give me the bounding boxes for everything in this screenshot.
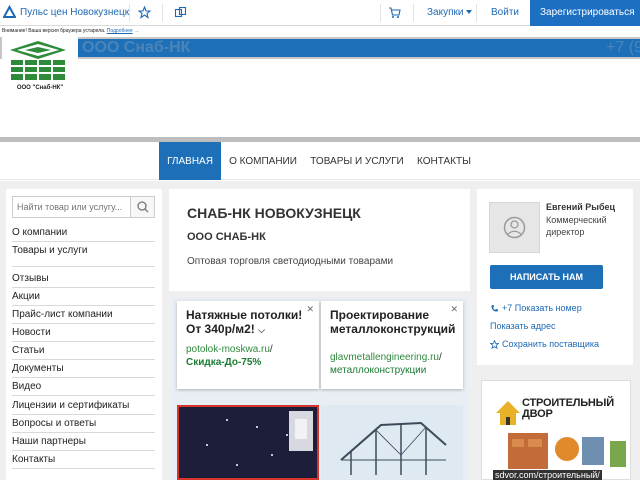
divider	[12, 341, 155, 342]
ad-card[interactable]: Натяжные потолки! От 340р/м2! ⌵ ✕ potolo…	[177, 301, 319, 389]
phone-icon	[491, 305, 498, 312]
ad-card[interactable]: Проектирование металлоконструкций ✕ glav…	[321, 301, 463, 389]
divider	[12, 395, 155, 396]
compare-icon[interactable]	[174, 6, 187, 19]
divider	[12, 287, 155, 288]
ad-image[interactable]	[321, 405, 463, 480]
ad-banner-title-line2: ДВОР	[522, 408, 553, 420]
company-logo-caption: ООО "Снаб-НК"	[16, 85, 64, 91]
browser-warning-text: Внимание! Ваша версия браузера устарела.	[2, 28, 106, 34]
save-supplier-label: Сохранить поставщика	[502, 339, 599, 349]
nav-products[interactable]: ТОВАРЫ И УСЛУГИ	[309, 142, 405, 180]
divider	[380, 4, 381, 22]
site-brand-link[interactable]: Пульс цен Новокузнецк	[20, 7, 129, 18]
sidebar-item-licenses[interactable]: Лицензии и сертификаты	[12, 400, 155, 411]
divider	[12, 359, 155, 360]
show-phone-link[interactable]: +7 Показать номер	[490, 303, 582, 313]
nav-home[interactable]: ГЛАВНАЯ	[159, 142, 221, 180]
ad-url-extra: Скидка-До-75%	[186, 357, 262, 368]
ad-banner-title: СТРОИТЕЛЬНЫЙ ДВОР	[522, 398, 614, 420]
ad-image[interactable]	[177, 405, 319, 480]
divider	[12, 241, 155, 242]
contact-role: Коммерческий директор	[546, 215, 607, 237]
ad-url-slash: /	[438, 352, 442, 363]
ad-url-extra: металлоконструкции	[330, 365, 427, 376]
sidebar-item-faq[interactable]: Вопросы и ответы	[12, 418, 155, 429]
ad-url-slash: /	[269, 344, 273, 355]
search-box	[12, 196, 155, 218]
sidebar-item-about[interactable]: О компании	[12, 227, 155, 238]
sidebar-item-video[interactable]: Видео	[12, 381, 155, 392]
write-us-button[interactable]: НАПИСАТЬ НАМ	[490, 265, 603, 289]
chevron-down-icon	[466, 10, 473, 15]
header-company-name: ООО Снаб-НК	[82, 39, 191, 56]
star-icon	[490, 340, 499, 350]
sidebar-item-reviews[interactable]: Отзывы	[12, 273, 155, 284]
page-title: СНАБ-НК НОВОКУЗНЕЦК	[187, 205, 361, 221]
sidebar-item-contacts[interactable]: Контакты	[12, 454, 155, 465]
ad-title: Натяжные потолки! От 340р/м2! ⌵	[186, 308, 310, 337]
main-nav: ГЛАВНАЯ О КОМПАНИИ ТОВАРЫ И УСЛУГИ КОНТА…	[0, 142, 640, 180]
divider	[12, 305, 155, 306]
close-icon[interactable]: ✕	[306, 304, 314, 315]
divider	[12, 468, 155, 469]
contact-name: Евгений Рыбец	[546, 202, 616, 212]
divider	[129, 4, 130, 22]
register-button[interactable]: Зарегистрироваться	[530, 0, 640, 26]
divider	[12, 377, 155, 378]
divider	[413, 4, 414, 22]
company-legal-name: ООО СНАБ-НК	[187, 231, 266, 243]
header-phone: +7 (9	[606, 39, 640, 56]
sidebar-item-articles[interactable]: Статьи	[12, 345, 155, 356]
company-description: Оптовая торговля светодиодными товарами	[187, 256, 394, 267]
top-bar: Пульс цен Новокузнецк Закупки Войти Заре…	[0, 0, 640, 26]
divider	[12, 432, 155, 433]
ad-url[interactable]: glavmetallengineering.ru/ металлоконструк…	[330, 351, 460, 377]
chevron-down-icon: ⌵	[258, 325, 265, 335]
purchases-menu[interactable]: Закупки	[427, 7, 473, 18]
sidebar-item-documents[interactable]: Документы	[12, 363, 155, 374]
sidebar-item-news[interactable]: Новости	[12, 327, 155, 338]
search-button[interactable]	[130, 197, 154, 217]
divider	[12, 450, 155, 451]
purchases-label: Закупки	[427, 7, 464, 18]
sidebar-item-partners[interactable]: Наши партнеры	[12, 436, 155, 447]
save-supplier-link[interactable]: Сохранить поставщика	[490, 339, 599, 350]
user-icon	[503, 216, 526, 239]
cart-icon[interactable]	[388, 6, 401, 19]
ad-banner[interactable]	[481, 380, 631, 480]
search-input[interactable]	[17, 202, 127, 212]
close-icon[interactable]: ✕	[450, 304, 458, 315]
divider	[12, 414, 155, 415]
star-icon[interactable]	[138, 6, 151, 19]
show-phone-label: +7 Показать номер	[502, 303, 582, 313]
nav-contacts[interactable]: КОНТАКТЫ	[413, 142, 475, 180]
divider	[162, 4, 163, 22]
search-icon	[137, 201, 149, 213]
show-address-link[interactable]: Показать адрес	[490, 321, 556, 331]
browser-warning: Внимание! Ваша версия браузера устарела.…	[0, 27, 160, 36]
login-link[interactable]: Войти	[491, 7, 519, 18]
arrow-right-icon: →	[134, 28, 140, 34]
ad-url[interactable]: potolok-moskwa.ru/ Скидка-До-75%	[186, 343, 316, 369]
ad-banner-image	[496, 401, 626, 469]
sidebar-item-price-list[interactable]: Прайс-лист компании	[12, 309, 155, 320]
sidebar-item-promotions[interactable]: Акции	[12, 291, 155, 302]
browser-warning-link[interactable]: Подробнее	[107, 28, 133, 34]
ad-title: Проектирование металлоконструкций	[330, 308, 456, 336]
divider	[12, 323, 155, 324]
avatar	[489, 202, 540, 253]
ad-url-domain: potolok-moskwa.ru	[186, 344, 270, 355]
sidebar-item-products[interactable]: Товары и услуги	[12, 245, 155, 256]
ad-banner-url[interactable]: sdvor.com/строительный/	[493, 470, 602, 480]
divider	[12, 266, 155, 267]
company-logo-icon[interactable]	[9, 40, 67, 82]
ad-url-domain: glavmetallengineering.ru	[330, 352, 439, 363]
ad-title-text: Натяжные потолки! От 340р/м2!	[186, 308, 303, 336]
divider	[476, 4, 477, 22]
nav-about[interactable]: О КОМПАНИИ	[227, 142, 299, 180]
pulscen-logo-icon[interactable]	[3, 5, 16, 19]
